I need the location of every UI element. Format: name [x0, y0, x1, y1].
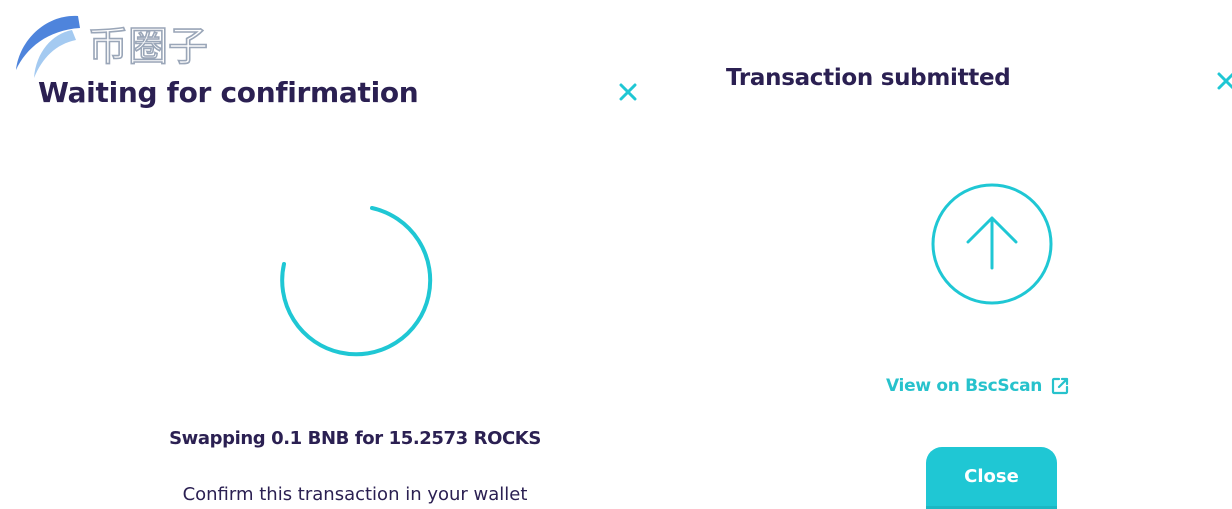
submitted-modal-title: Transaction submitted	[726, 65, 1011, 91]
external-link-icon	[1051, 377, 1069, 395]
waiting-modal-title: Waiting for confirmation	[38, 76, 419, 109]
swap-summary: Swapping 0.1 BNB for 15.2573 ROCKS	[169, 428, 541, 449]
bscscan-link-label: View on BscScan	[886, 376, 1043, 396]
confirm-instruction: Confirm this transaction in your wallet	[182, 484, 528, 505]
close-icon[interactable]	[616, 80, 640, 104]
close-icon[interactable]	[1214, 69, 1232, 93]
close-button[interactable]: Close	[926, 447, 1057, 509]
arrow-up-circle-icon	[931, 183, 1053, 305]
view-on-bscscan-link[interactable]: View on BscScan	[886, 376, 1070, 396]
watermark-text: 币圈子	[88, 24, 208, 70]
loading-spinner-icon	[280, 206, 433, 357]
